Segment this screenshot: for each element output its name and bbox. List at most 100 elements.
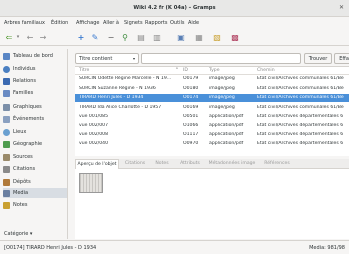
navigator-icon[interactable]: ⇐ (4, 32, 14, 42)
column-header-id[interactable]: ID (183, 68, 188, 73)
status-active-object: [O0174] TIRARD Henri Jules - D 1934 (4, 245, 97, 251)
menu-edition[interactable]: Édition (51, 20, 68, 26)
dashboard-icon (3, 52, 10, 60)
sidebar-item-individus[interactable]: Individus (3, 64, 67, 74)
clear-button[interactable]: Effacer (334, 53, 349, 64)
merge-icon[interactable]: ⚲ (120, 32, 130, 42)
citations-icon (3, 165, 10, 173)
menu-signets[interactable]: Signets (124, 20, 143, 26)
cell-path: État civil/Archives départementales 6 (257, 123, 344, 128)
forward-icon[interactable]: → (38, 32, 48, 42)
sidebar-item-label: Tableau de bord (13, 53, 53, 59)
sidebar-item-citations[interactable]: Citations (3, 164, 67, 174)
menu-arbres-familiaux[interactable]: Arbres familiaux (4, 20, 45, 26)
sidebar-item-label: Sources (13, 154, 33, 160)
tools-icon[interactable]: ▧ (212, 32, 222, 42)
sidebar-item-label: Familles (13, 90, 34, 96)
tab-references[interactable]: Références (259, 159, 295, 169)
sidebar-item-lieux[interactable]: Lieux (3, 127, 67, 137)
view-icon[interactable]: ▣ (176, 32, 186, 42)
clipboard-icon[interactable]: ▤ (136, 32, 146, 42)
sidebar-item-depots[interactable]: Dépôts (3, 177, 67, 187)
menu-aide[interactable]: Aide (188, 20, 199, 26)
tab-attributes[interactable]: Attributs (175, 159, 205, 169)
cell-type: image/jpeg (209, 95, 235, 100)
reports-icon[interactable]: ▦ (194, 32, 204, 42)
sidebar-item-media[interactable]: Media (3, 188, 67, 198)
find-button[interactable]: Trouver (304, 53, 332, 64)
tab-media-preview[interactable]: Aperçu de l'objet (75, 159, 119, 169)
table-row[interactable]: vue 002/040 O0970 application/pdf État c… (75, 140, 349, 148)
tab-notes[interactable]: Notes (151, 159, 173, 169)
sidebar-item-geographie[interactable]: Géographie (3, 139, 67, 149)
tab-image-metadata[interactable]: Métadonnées image (207, 159, 257, 169)
sidebar-item-dashboard[interactable]: Tableau de bord (3, 51, 67, 61)
remove-icon[interactable]: − (106, 32, 116, 42)
edit-icon[interactable]: ✎ (90, 32, 100, 42)
relations-icon (3, 77, 10, 85)
cell-path: État civil/Archives départementales 6 (257, 114, 344, 119)
chevron-down-icon: ▾ (132, 56, 135, 61)
cell-type: image/jpeg (209, 105, 235, 110)
sidebar-item-label: Individus (13, 66, 36, 72)
cell-title: TIRARD Ida Alice Charlotte - D 1957 (79, 105, 162, 110)
menu-rapports[interactable]: Rapports (145, 20, 167, 26)
cell-type: image/jpeg (209, 86, 235, 91)
chevron-down-icon[interactable]: ▾ (15, 32, 21, 42)
table-row[interactable]: vue 002/007 O1066 application/pdf État c… (75, 122, 349, 130)
cell-id: O0179 (183, 76, 199, 81)
open-media-icon[interactable]: ▥ (152, 32, 162, 42)
table-row[interactable]: vue 002/008 O1117 application/pdf État c… (75, 131, 349, 139)
table-row[interactable]: SURCIN Suzanne Régine - N 1936 O0180 ima… (75, 85, 349, 93)
menu-aller-a[interactable]: Aller à (103, 20, 119, 26)
tab-citations[interactable]: Citations (121, 159, 149, 169)
menu-affichage[interactable]: Affichage (76, 20, 100, 26)
sidebar-item-label: Media (13, 190, 29, 196)
sidebar-item-label: Dépôts (13, 179, 31, 185)
cell-id: O0174 (183, 95, 199, 100)
table-row[interactable]: TIRARD Ida Alice Charlotte - D 1957 O016… (75, 104, 349, 112)
column-header-title[interactable]: Titre (79, 68, 89, 73)
table-header: Titre ⌃ ID Type Chemin (75, 67, 349, 75)
window-title: Wiki 4.2 fr (K 04a) – Gramps (133, 5, 216, 11)
sidebar-item-notes[interactable]: Notes (3, 200, 67, 210)
cell-title: vue 001/085 (79, 114, 109, 119)
table-row-selected[interactable]: TIRARD Henri Jules - D 1934 O0174 image/… (75, 94, 349, 102)
sidebar-item-familles[interactable]: Familles (3, 88, 67, 98)
cell-id: O0501 (183, 114, 199, 119)
sources-icon (3, 153, 10, 161)
toolbar: ⇐ ▾ ← → + ✎ − ⚲ ▤ ▥ ▣ ▦ ▧ ▩ (0, 29, 349, 46)
cell-id: O0169 (183, 105, 199, 110)
media-preview-panel (75, 169, 349, 239)
media-thumbnail[interactable] (79, 173, 103, 193)
window-titlebar: Wiki 4.2 fr (K 04a) – Gramps ✕ (0, 0, 349, 17)
sort-indicator-icon: ⌃ (175, 68, 179, 73)
cell-title: SURCIN Suzanne Régine - N 1936 (79, 86, 156, 91)
sidebar-item-evenements[interactable]: Événements (3, 114, 67, 124)
category-selector[interactable]: Catégorie ▾ (4, 231, 32, 237)
close-icon[interactable]: ✕ (339, 4, 344, 11)
column-header-type[interactable]: Type (209, 68, 220, 73)
cell-id: O1066 (183, 123, 199, 128)
cell-type: application/pdf (209, 132, 244, 137)
search-field-select[interactable]: Titre contient ▾ (75, 53, 139, 64)
back-icon[interactable]: ← (25, 32, 35, 42)
config-icon[interactable]: ▩ (230, 32, 240, 42)
table-row[interactable]: vue 001/085 O0501 application/pdf État c… (75, 113, 349, 121)
sidebar-item-sources[interactable]: Sources (3, 152, 67, 162)
table-row[interactable]: SURCIN Odette Régine Marcelle - N 19... … (75, 75, 349, 83)
search-field-value: Titre contient (79, 56, 113, 62)
search-input[interactable] (141, 53, 301, 64)
column-header-path[interactable]: Chemin (257, 68, 275, 73)
cell-path: État civil/Archives communales 61/Be (257, 95, 344, 100)
person-icon (3, 65, 10, 73)
charts-icon (3, 103, 10, 111)
menu-outils[interactable]: Outils (170, 20, 184, 26)
cell-title: vue 002/040 (79, 141, 109, 146)
add-icon[interactable]: + (76, 32, 86, 42)
sidebar-item-relations[interactable]: Relations (3, 76, 67, 86)
cell-id: O1117 (183, 132, 199, 137)
cell-type: application/pdf (209, 114, 244, 119)
sidebar-item-graphiques[interactable]: Graphiques (3, 102, 67, 112)
family-icon (3, 89, 10, 97)
